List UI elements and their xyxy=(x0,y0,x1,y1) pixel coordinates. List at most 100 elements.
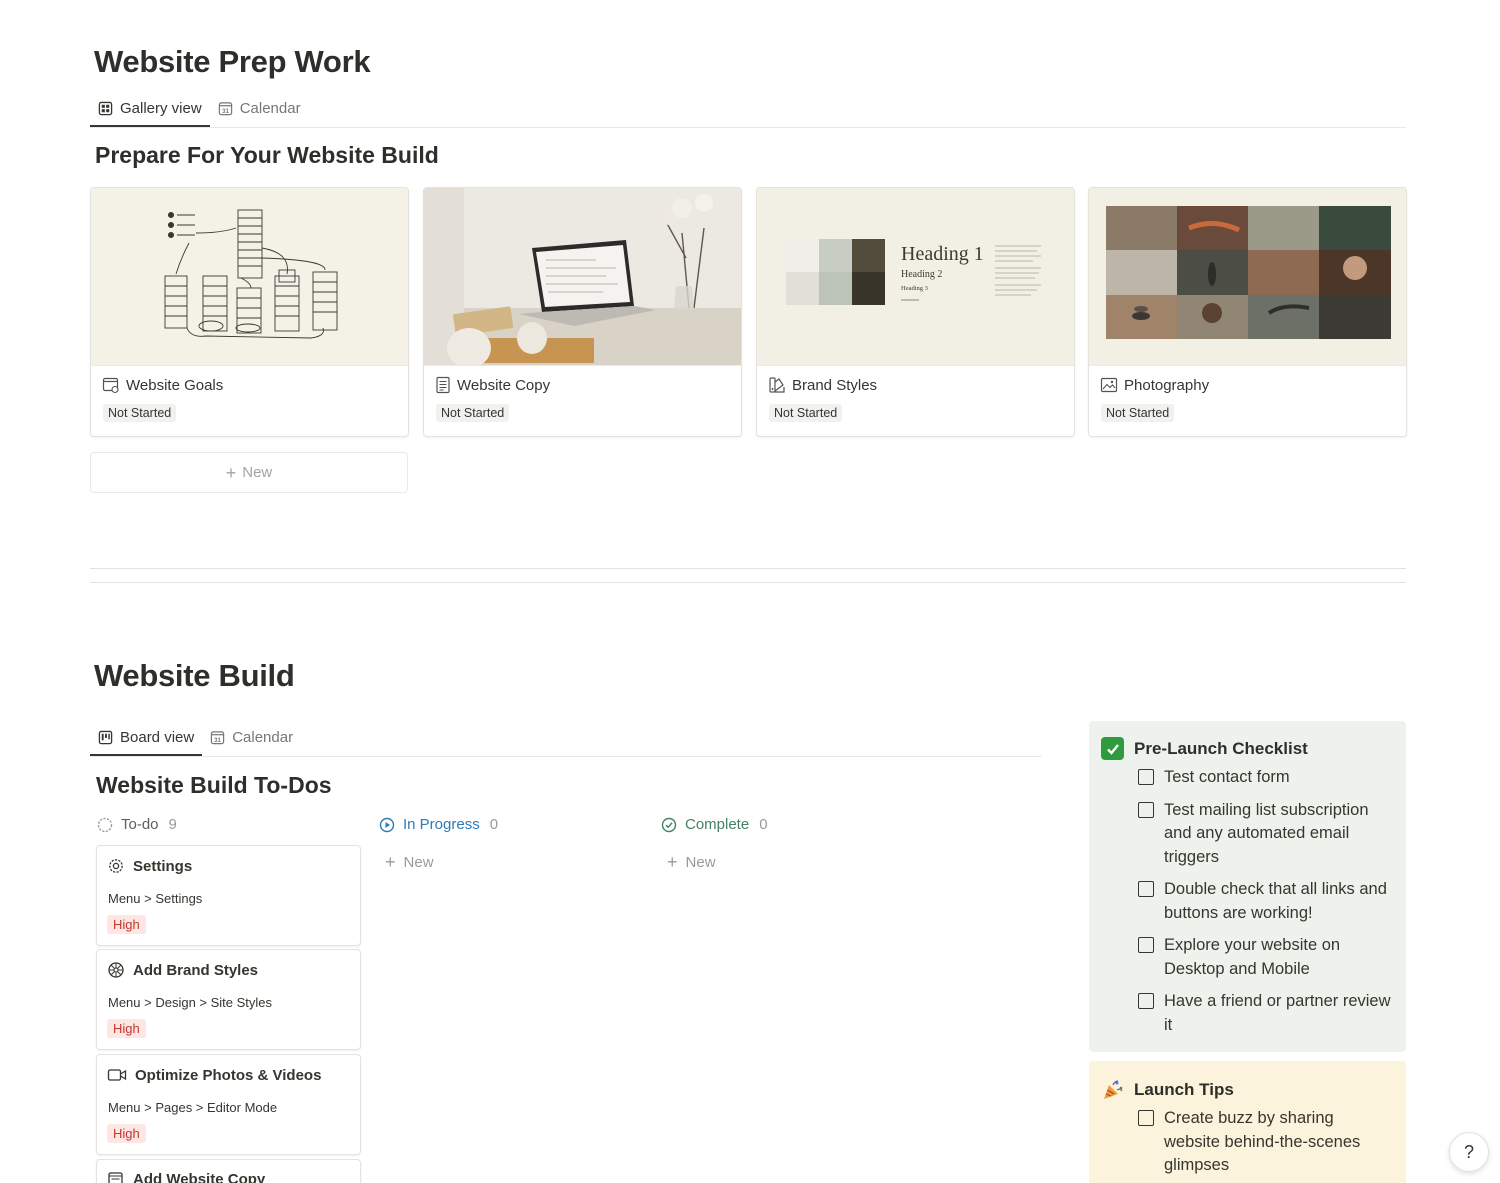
gallery-card-website-goals[interactable]: Website Goals Not Started xyxy=(90,187,409,437)
status-badge: Not Started xyxy=(769,404,843,422)
svg-text:Heading 3: Heading 3 xyxy=(901,285,928,292)
tab-calendar[interactable]: 31 Calendar xyxy=(210,100,309,127)
gallery-icon xyxy=(98,101,113,116)
board-card-optimize-photos[interactable]: Optimize Photos & Videos Menu > Pages > … xyxy=(96,1054,361,1155)
card-title: Add Website Copy xyxy=(133,1170,266,1183)
divider-bottom xyxy=(90,582,1406,583)
gallery-new-button[interactable]: + New xyxy=(90,452,408,493)
brand-style-guide-image: Heading 1 Heading 2 Heading 3 xyxy=(786,239,1041,305)
priority-badge: High xyxy=(107,1019,146,1038)
checkbox[interactable] xyxy=(1138,769,1154,785)
column-label: In Progress xyxy=(403,816,480,833)
status-todo-icon xyxy=(97,817,113,832)
check-mark-emoji-icon xyxy=(1101,737,1124,760)
card-title: Website Goals xyxy=(126,376,224,394)
checkbox[interactable] xyxy=(1138,993,1154,1009)
column-count: 9 xyxy=(168,816,177,833)
laptop-desk-photo xyxy=(424,188,741,365)
card-title-row: Brand Styles xyxy=(757,366,1074,394)
board-icon xyxy=(98,730,113,745)
photo-grid-image xyxy=(1106,206,1391,339)
checkbox[interactable] xyxy=(1138,1110,1154,1126)
svg-text:31: 31 xyxy=(214,737,221,744)
priority-badge: High xyxy=(107,915,146,934)
checklist-item-text: Create buzz by sharing website behind-th… xyxy=(1164,1109,1361,1174)
calendar-icon: 31 xyxy=(211,731,225,745)
calendar-icon: 31 xyxy=(218,102,232,116)
checklist-item-text: Double check that all links and buttons … xyxy=(1164,880,1387,922)
checkbox[interactable] xyxy=(1138,801,1154,818)
column-label: Complete xyxy=(685,816,750,833)
card-title: Brand Styles xyxy=(792,376,878,394)
plus-icon: + xyxy=(225,462,237,483)
plus-icon: + xyxy=(385,852,396,872)
card-menu-path: Menu > Settings xyxy=(108,891,203,906)
checklist-item[interactable]: Test contact form xyxy=(1138,766,1392,790)
gear-icon xyxy=(109,859,123,873)
column-header-in-progress[interactable]: In Progress 0 xyxy=(379,816,498,833)
callout-title-row: Pre-Launch Checklist xyxy=(1101,737,1392,760)
plus-icon: + xyxy=(667,852,678,872)
complete-new-button[interactable]: + New xyxy=(667,852,716,873)
help-label: ? xyxy=(1463,1141,1474,1162)
checklist-item[interactable]: Explore your website on Desktop and Mobi… xyxy=(1138,934,1392,981)
checkbox[interactable] xyxy=(1138,937,1154,953)
calendar-check-icon xyxy=(102,377,119,394)
cover-brand-style-guide: Heading 1 Heading 2 Heading 3 xyxy=(757,188,1074,366)
status-in-progress-icon xyxy=(379,817,395,832)
column-count: 0 xyxy=(759,816,768,833)
document-icon xyxy=(108,1172,123,1183)
status-complete-icon xyxy=(661,817,677,832)
gallery-card-brand-styles[interactable]: Heading 1 Heading 2 Heading 3 Brand Styl… xyxy=(756,187,1075,437)
new-label: New xyxy=(403,854,434,871)
tab-calendar-label: Calendar xyxy=(239,100,301,117)
card-title: Add Brand Styles xyxy=(133,961,259,979)
gallery-card-photography[interactable]: Photography Not Started xyxy=(1088,187,1407,437)
help-button[interactable]: ? xyxy=(1449,1132,1489,1172)
board-card-add-brand-styles[interactable]: Add Brand Styles Menu > Design > Site St… xyxy=(96,949,361,1050)
tab-calendar[interactable]: 31 Calendar xyxy=(202,729,301,756)
tab-board-view[interactable]: Board view xyxy=(90,729,203,756)
tab-gallery-view[interactable]: Gallery view xyxy=(90,100,210,127)
column-header-todo[interactable]: To-do 9 xyxy=(97,816,177,833)
card-title-row: Website Goals xyxy=(91,366,408,394)
prep-view-tabs: Gallery view 31 Calendar xyxy=(90,100,1406,128)
cover-sketch-wireframe xyxy=(91,188,408,366)
status-badge: Not Started xyxy=(1101,404,1175,422)
image-icon xyxy=(1100,377,1118,393)
checkbox[interactable] xyxy=(1138,881,1154,897)
card-title-row: Photography xyxy=(1089,366,1406,394)
card-menu-path: Menu > Design > Site Styles xyxy=(108,995,273,1010)
checklist-item[interactable]: Have a friend or partner review it xyxy=(1138,990,1392,1037)
card-title: Website Copy xyxy=(457,376,551,394)
build-view-tabs: Board view 31 Calendar xyxy=(90,729,1042,757)
gallery-card-website-copy[interactable]: Website Copy Not Started xyxy=(423,187,742,437)
column-count: 0 xyxy=(489,816,499,833)
column-label: To-do xyxy=(121,816,159,833)
checklist-item[interactable]: Test mailing list subscription and any a… xyxy=(1138,799,1392,870)
wireframe-sketch-image xyxy=(164,209,338,339)
board-card-settings[interactable]: Settings Menu > Settings High xyxy=(96,845,361,946)
cover-photo-grid xyxy=(1089,188,1406,366)
column-header-complete[interactable]: Complete 0 xyxy=(661,816,768,833)
prep-page-title: Website Prep Work xyxy=(94,44,371,79)
cover-laptop-desk-photo xyxy=(424,188,741,366)
checklist-item[interactable]: Create buzz by sharing website behind-th… xyxy=(1138,1107,1392,1178)
checklist-item[interactable]: Double check that all links and buttons … xyxy=(1138,878,1392,925)
build-section-title: Website Build To-Dos xyxy=(96,772,332,798)
new-label: New xyxy=(685,854,716,871)
checklist-item-text: Explore your website on Desktop and Mobi… xyxy=(1164,936,1341,978)
in-progress-new-button[interactable]: + New xyxy=(385,852,434,873)
svg-text:Heading 2: Heading 2 xyxy=(901,269,942,280)
card-menu-path: Menu > Pages > Editor Mode xyxy=(108,1100,278,1115)
priority-badge: High xyxy=(107,1124,146,1143)
card-title: Settings xyxy=(133,857,193,875)
video-camera-icon xyxy=(107,1069,127,1081)
new-label: New xyxy=(242,464,273,481)
card-title: Optimize Photos & Videos xyxy=(135,1066,322,1084)
build-page-title: Website Build xyxy=(94,658,295,693)
status-badge: Not Started xyxy=(436,404,510,422)
pre-launch-checklist-callout: Pre-Launch Checklist Test contact form T… xyxy=(1089,721,1406,1052)
board-card-add-website-copy[interactable]: Add Website Copy xyxy=(96,1159,361,1183)
tab-calendar-label: Calendar xyxy=(232,729,294,746)
